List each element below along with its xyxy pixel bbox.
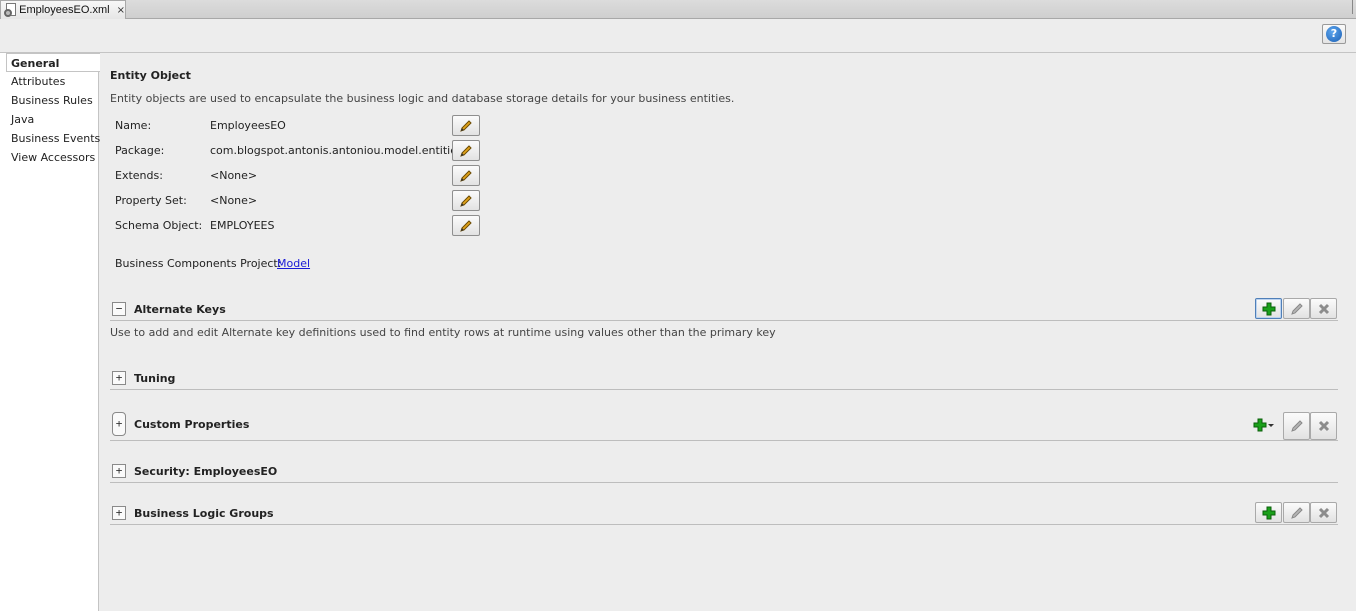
project-label: Business Components Project:: [115, 257, 282, 270]
name-value: EmployeesEO: [210, 119, 286, 132]
alternate-keys-description: Use to add and edit Alternate key defini…: [110, 326, 776, 339]
general-panel: Entity Object Entity objects are used to…: [99, 52, 1356, 611]
edit-custom-property-button[interactable]: [1283, 412, 1310, 440]
add-alternate-key-button[interactable]: [1255, 298, 1282, 319]
extends-value: <None>: [210, 169, 258, 182]
nav-item-java[interactable]: Java: [0, 110, 98, 129]
document-tab[interactable]: EmployeesEO.xml ×: [0, 0, 126, 19]
property-set-value: <None>: [210, 194, 258, 207]
project-link[interactable]: Model: [277, 257, 310, 270]
business-logic-groups-heading: Business Logic Groups: [134, 507, 274, 520]
business-logic-groups-expand-toggle[interactable]: +: [112, 506, 126, 520]
editor-navigation: General Attributes Business Rules Java B…: [0, 52, 100, 611]
pencil-icon: [460, 194, 472, 207]
schema-object-value: EMPLOYEES: [210, 219, 275, 232]
nav-item-view-accessors[interactable]: View Accessors: [0, 148, 98, 167]
custom-properties-divider: [110, 440, 1338, 441]
alternate-keys-heading: Alternate Keys: [134, 303, 226, 316]
edit-property-set-button[interactable]: [452, 190, 480, 211]
tab-strip-edge: [1352, 0, 1356, 14]
security-expand-toggle[interactable]: +: [112, 464, 126, 478]
tuning-heading: Tuning: [134, 372, 176, 385]
security-divider: [110, 482, 1338, 483]
edit-package-button[interactable]: [452, 140, 480, 161]
name-label: Name:: [115, 119, 152, 132]
pencil-icon: [460, 219, 472, 232]
edit-alternate-key-button[interactable]: [1283, 298, 1310, 319]
editor-tab-strip: EmployeesEO.xml ×: [0, 0, 1356, 19]
dropdown-arrow-icon: [1268, 423, 1274, 427]
pencil-icon: [460, 119, 472, 132]
xml-file-icon: [4, 3, 16, 17]
close-icon[interactable]: ×: [117, 5, 125, 16]
tuning-divider: [110, 389, 1338, 390]
pencil-icon: [1290, 420, 1303, 432]
help-button[interactable]: ?: [1322, 24, 1346, 44]
pencil-icon: [460, 169, 472, 182]
edit-business-logic-group-button[interactable]: [1283, 502, 1310, 523]
plus-icon: [1262, 302, 1275, 315]
edit-schema-object-button[interactable]: [452, 215, 480, 236]
pencil-icon: [460, 144, 472, 157]
alternate-keys-divider: [110, 320, 1338, 321]
delete-custom-property-button[interactable]: [1310, 412, 1337, 440]
nav-item-business-events[interactable]: Business Events: [0, 129, 100, 148]
alternate-keys-collapse-toggle[interactable]: −: [112, 302, 126, 316]
entity-object-heading: Entity Object: [110, 69, 191, 82]
custom-properties-expand-toggle[interactable]: +: [112, 412, 126, 436]
pencil-icon: [1290, 302, 1303, 315]
delete-alternate-key-button[interactable]: [1310, 298, 1337, 319]
delete-x-icon: [1318, 507, 1329, 518]
delete-x-icon: [1318, 420, 1329, 432]
help-icon: ?: [1326, 26, 1342, 42]
plus-icon: [1262, 506, 1275, 519]
nav-item-attributes[interactable]: Attributes: [0, 72, 98, 91]
package-value: com.blogspot.antonis.antoniou.model.enti…: [210, 144, 463, 157]
edit-extends-button[interactable]: [452, 165, 480, 186]
schema-object-label: Schema Object:: [115, 219, 203, 232]
business-logic-groups-divider: [110, 524, 1338, 525]
add-business-logic-group-button[interactable]: [1255, 502, 1282, 523]
edit-name-button[interactable]: [452, 115, 480, 136]
plus-icon: [1253, 418, 1267, 431]
delete-x-icon: [1318, 303, 1329, 314]
tuning-expand-toggle[interactable]: +: [112, 371, 126, 385]
security-heading: Security: EmployeesEO: [134, 465, 278, 478]
property-set-label: Property Set:: [115, 194, 187, 207]
document-tab-label: EmployeesEO.xml: [19, 4, 110, 16]
pencil-icon: [1290, 506, 1303, 519]
extends-label: Extends:: [115, 169, 163, 182]
custom-properties-heading: Custom Properties: [134, 418, 250, 431]
delete-business-logic-group-button[interactable]: [1310, 502, 1337, 523]
add-custom-property-dropdown[interactable]: [1249, 414, 1279, 435]
entity-object-description: Entity objects are used to encapsulate t…: [110, 92, 735, 105]
nav-item-general[interactable]: General: [6, 53, 100, 72]
nav-item-business-rules[interactable]: Business Rules: [0, 91, 98, 110]
package-label: Package:: [115, 144, 165, 157]
